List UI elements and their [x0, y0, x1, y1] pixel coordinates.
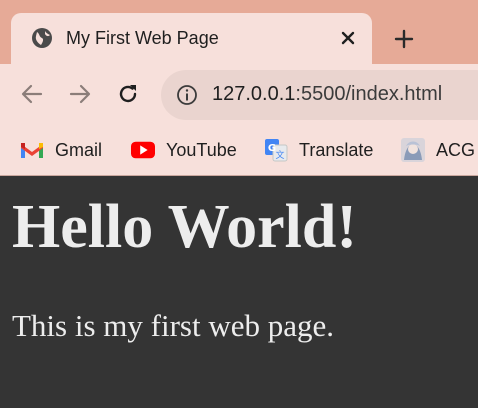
url-text: 127.0.0.1:5500/index.html	[212, 83, 442, 106]
acg-icon	[401, 138, 425, 162]
page-heading: Hello World!	[12, 193, 358, 261]
url-path: :5500/index.html	[295, 83, 443, 105]
youtube-icon	[131, 138, 155, 162]
browser-toolbar: 127.0.0.1:5500/index.html	[0, 64, 478, 125]
svg-text:文: 文	[275, 149, 284, 161]
close-tab-icon[interactable]	[337, 27, 359, 49]
bookmark-label: YouTube	[166, 139, 237, 160]
bookmark-translate[interactable]: G 文 Translate	[264, 136, 373, 164]
bookmark-gmail[interactable]: Gmail	[20, 136, 102, 164]
gmail-icon	[20, 138, 44, 162]
back-arrow-icon[interactable]	[18, 80, 46, 108]
browser-tab-active[interactable]: My First Web Page	[11, 13, 372, 64]
new-tab-plus-icon[interactable]	[391, 26, 417, 52]
reload-icon[interactable]	[114, 80, 142, 108]
url-host: 127.0.0.1	[212, 83, 296, 105]
bookmark-label: Gmail	[55, 139, 103, 160]
globe-icon	[31, 27, 53, 49]
tab-title: My First Web Page	[66, 28, 219, 48]
translate-icon: G 文	[264, 138, 288, 162]
page-viewport: Hello World! This is my first web page.	[0, 176, 478, 408]
info-icon[interactable]	[176, 84, 198, 106]
bookmarks-bar: Gmail YouTube G 文 Translate ACG	[0, 125, 478, 176]
address-bar[interactable]: 127.0.0.1:5500/index.html	[161, 70, 478, 120]
bookmark-acg[interactable]: ACG	[401, 136, 475, 164]
page-paragraph: This is my first web page.	[12, 308, 335, 343]
tab-strip: My First Web Page	[0, 0, 478, 64]
bookmark-label: ACG	[436, 139, 476, 160]
bookmark-youtube[interactable]: YouTube	[131, 136, 237, 164]
bookmark-label: Translate	[299, 139, 374, 160]
forward-arrow-icon[interactable]	[66, 80, 94, 108]
